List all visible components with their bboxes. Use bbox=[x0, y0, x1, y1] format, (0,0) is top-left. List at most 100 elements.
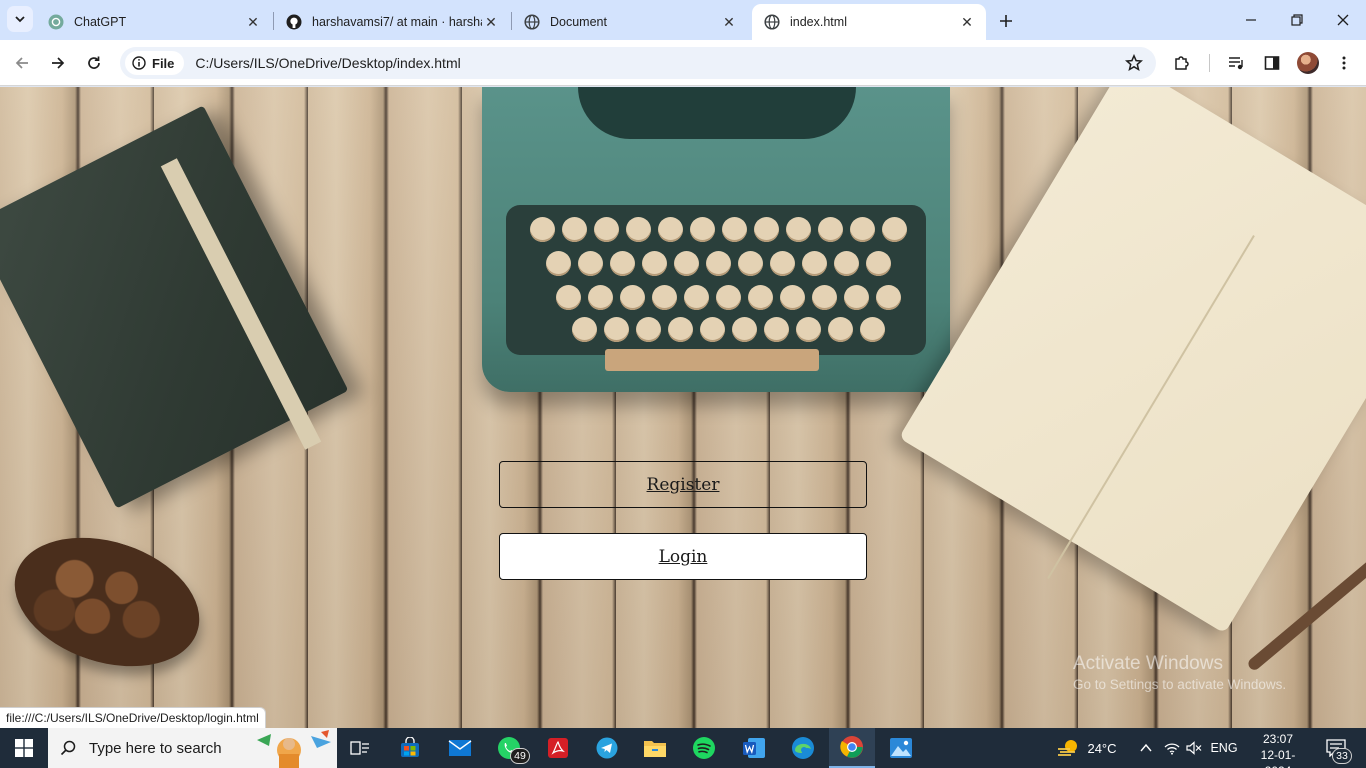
key bbox=[706, 251, 731, 276]
clock-date: 12-01-2024 bbox=[1260, 748, 1296, 768]
key bbox=[556, 285, 581, 310]
tab-search-button[interactable] bbox=[7, 6, 33, 32]
start-button[interactable] bbox=[0, 728, 48, 768]
taskbar-app-telegram[interactable] bbox=[584, 728, 630, 768]
minimize-button[interactable] bbox=[1228, 0, 1274, 40]
key bbox=[834, 251, 859, 276]
key bbox=[572, 317, 597, 342]
restore-button[interactable] bbox=[1274, 0, 1320, 40]
task-view-icon bbox=[350, 741, 369, 755]
taskbar-app-whatsapp[interactable]: 49 bbox=[486, 728, 532, 768]
key bbox=[770, 251, 795, 276]
key bbox=[850, 217, 875, 242]
tab-github[interactable]: harshavamsi7/ at main · harsha ✕ bbox=[274, 4, 510, 40]
notification-center-button[interactable]: 33 bbox=[1316, 728, 1356, 768]
reload-button[interactable] bbox=[80, 49, 108, 77]
key bbox=[684, 285, 709, 310]
windows-taskbar: Type here to search 49 24°C ENG 23:07 12… bbox=[0, 728, 1366, 768]
new-tab-button[interactable] bbox=[994, 9, 1018, 33]
register-button[interactable]: Register bbox=[499, 461, 867, 508]
address-bar[interactable]: File C:/Users/ILS/OneDrive/Desktop/index… bbox=[120, 47, 1156, 79]
taskbar-app-chrome[interactable] bbox=[829, 728, 875, 768]
close-icon[interactable]: ✕ bbox=[958, 13, 976, 31]
login-button[interactable]: Login bbox=[499, 533, 867, 580]
windows-logo-icon bbox=[15, 739, 33, 757]
key-row bbox=[530, 217, 907, 242]
side-panel-button[interactable] bbox=[1258, 49, 1286, 77]
tab-title: Document bbox=[550, 15, 607, 29]
taskbar-app-store[interactable] bbox=[387, 728, 433, 768]
star-icon bbox=[1125, 54, 1143, 72]
telegram-icon bbox=[596, 737, 618, 759]
close-icon[interactable]: ✕ bbox=[244, 13, 262, 31]
weather-temperature: 24°C bbox=[1087, 740, 1117, 756]
close-window-button[interactable] bbox=[1320, 0, 1366, 40]
chevron-up-icon bbox=[1140, 743, 1152, 752]
input-language[interactable]: ENG bbox=[1206, 728, 1242, 768]
status-bubble: file:///C:/Users/ILS/OneDrive/Desktop/lo… bbox=[0, 707, 266, 729]
back-button[interactable] bbox=[8, 49, 36, 77]
task-view-button[interactable] bbox=[337, 728, 383, 768]
site-info-chip[interactable]: File bbox=[125, 51, 185, 75]
close-icon bbox=[1337, 14, 1349, 26]
key bbox=[652, 285, 677, 310]
key bbox=[828, 317, 853, 342]
chrome-icon bbox=[840, 736, 863, 758]
weather-widget[interactable]: 24°C bbox=[1052, 728, 1122, 768]
profile-avatar[interactable] bbox=[1297, 52, 1319, 74]
tab-chatgpt[interactable]: ChatGPT ✕ bbox=[36, 4, 272, 40]
page-viewport: Register Login Activate Windows Go to Se… bbox=[0, 87, 1366, 728]
close-icon[interactable]: ✕ bbox=[720, 13, 738, 31]
key bbox=[786, 217, 811, 242]
wifi-icon bbox=[1164, 743, 1180, 755]
clock[interactable]: 23:07 12-01-2024 bbox=[1254, 731, 1302, 768]
key bbox=[780, 285, 805, 310]
puzzle-icon bbox=[1175, 56, 1189, 70]
key bbox=[876, 285, 901, 310]
volume-control[interactable] bbox=[1183, 728, 1205, 768]
key bbox=[748, 285, 773, 310]
spotify-icon bbox=[693, 737, 715, 759]
taskbar-app-word[interactable] bbox=[731, 728, 777, 768]
key bbox=[674, 251, 699, 276]
side-panel-icon bbox=[1264, 56, 1280, 70]
key bbox=[594, 217, 619, 242]
tab-index-html[interactable]: index.html ✕ bbox=[752, 4, 986, 40]
search-placeholder: Type here to search bbox=[89, 739, 222, 757]
edge-icon bbox=[792, 737, 814, 759]
key-row bbox=[572, 317, 885, 342]
key bbox=[732, 317, 757, 342]
taskbar-app-file-explorer[interactable] bbox=[632, 728, 678, 768]
taskbar-app-spotify[interactable] bbox=[681, 728, 727, 768]
network-status[interactable] bbox=[1160, 728, 1184, 768]
key bbox=[818, 217, 843, 242]
menu-button[interactable] bbox=[1330, 49, 1358, 77]
bookmark-star-button[interactable] bbox=[1124, 53, 1144, 73]
key bbox=[588, 285, 613, 310]
word-icon bbox=[743, 738, 765, 758]
key bbox=[546, 251, 571, 276]
browser-toolbar: File C:/Users/ILS/OneDrive/Desktop/index… bbox=[0, 40, 1366, 86]
close-icon[interactable]: ✕ bbox=[482, 13, 500, 31]
taskbar-app-edge[interactable] bbox=[780, 728, 826, 768]
key bbox=[882, 217, 907, 242]
taskbar-app-photos[interactable] bbox=[878, 728, 924, 768]
chevron-down-icon bbox=[15, 16, 25, 23]
extensions-button[interactable] bbox=[1168, 49, 1196, 77]
taskbar-search-box[interactable]: Type here to search bbox=[48, 728, 337, 768]
url-text[interactable]: C:/Users/ILS/OneDrive/Desktop/index.html bbox=[195, 55, 460, 71]
key bbox=[812, 285, 837, 310]
key bbox=[626, 217, 651, 242]
chatgpt-icon bbox=[48, 14, 64, 30]
forward-button[interactable] bbox=[44, 49, 72, 77]
typewriter-illustration bbox=[482, 87, 950, 392]
key bbox=[866, 251, 891, 276]
tab-document[interactable]: Document ✕ bbox=[512, 4, 748, 40]
key bbox=[530, 217, 555, 242]
photos-icon bbox=[890, 738, 912, 758]
media-controls-button[interactable] bbox=[1222, 49, 1250, 77]
tray-overflow-button[interactable] bbox=[1136, 728, 1156, 768]
taskbar-app-acrobat[interactable] bbox=[535, 728, 581, 768]
taskbar-app-mail[interactable] bbox=[437, 728, 483, 768]
tab-strip: ChatGPT ✕ harshavamsi7/ at main · harsha… bbox=[0, 0, 1366, 40]
